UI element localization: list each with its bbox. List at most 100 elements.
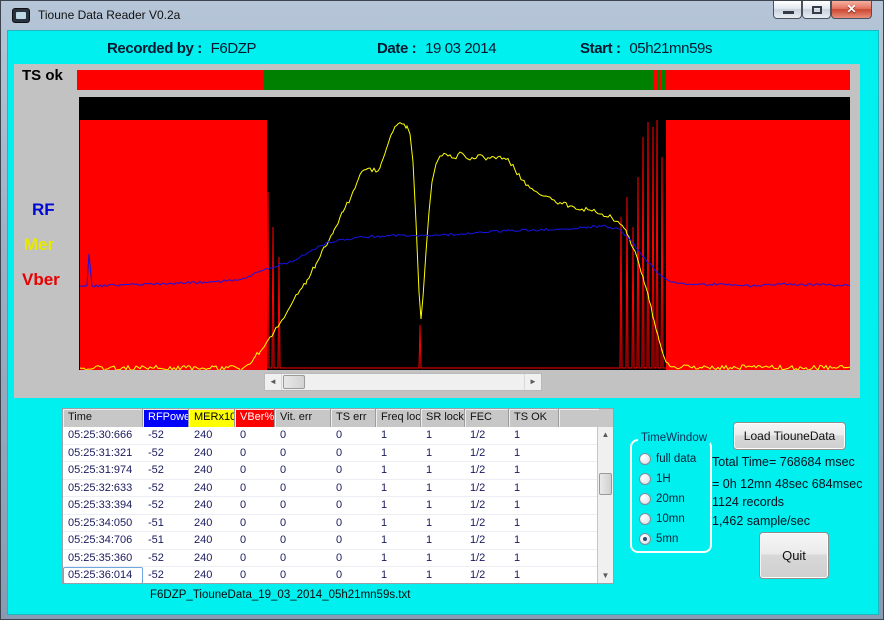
radio-full-data[interactable]: full data bbox=[639, 449, 708, 469]
table-row[interactable]: 05:25:31:321-52240000111/21 bbox=[63, 445, 597, 463]
cell: 0 bbox=[331, 550, 376, 567]
minimize-button[interactable] bbox=[773, 1, 802, 19]
cell: 1 bbox=[376, 515, 421, 532]
recorded-by: Recorded by : F6DZP bbox=[107, 40, 256, 57]
loaded-filename: F6DZP_TiouneData_19_03_2014_05h21mn59s.t… bbox=[150, 589, 410, 601]
window-controls: ✕ bbox=[773, 1, 872, 19]
cell: 240 bbox=[189, 532, 235, 549]
table-row[interactable]: 05:25:34:050-51240000111/21 bbox=[63, 515, 597, 533]
cell: 1 bbox=[421, 532, 465, 549]
cell: 0 bbox=[331, 445, 376, 462]
radio-button-icon[interactable] bbox=[639, 533, 651, 545]
cell: 240 bbox=[189, 427, 235, 444]
cell: 240 bbox=[189, 462, 235, 479]
cell: 1/2 bbox=[465, 567, 509, 583]
table-row[interactable]: 05:25:34:706-51240000111/21 bbox=[63, 532, 597, 550]
signal-traces bbox=[79, 97, 850, 370]
signal-chart bbox=[79, 97, 850, 370]
chart-hscrollbar[interactable]: ◄ ► bbox=[264, 373, 542, 391]
cell: 0 bbox=[331, 567, 376, 583]
app-icon bbox=[12, 8, 30, 23]
cell: 240 bbox=[189, 550, 235, 567]
cell: -52 bbox=[143, 427, 189, 444]
trace-rf bbox=[80, 225, 850, 287]
cell: -52 bbox=[143, 567, 189, 583]
hscroll-thumb[interactable] bbox=[283, 375, 305, 389]
cell: 05:25:32:633 bbox=[63, 480, 143, 497]
table-vscrollbar[interactable]: ▲ ▼ bbox=[597, 427, 613, 583]
scroll-right-icon[interactable]: ► bbox=[524, 374, 541, 390]
cell: 1/2 bbox=[465, 480, 509, 497]
cell: 1/2 bbox=[465, 550, 509, 567]
radio-label: 20mn bbox=[656, 493, 685, 505]
ts-segment bbox=[77, 70, 264, 90]
cell: 0 bbox=[275, 550, 331, 567]
ts-segment bbox=[264, 70, 654, 90]
radio-button-icon[interactable] bbox=[639, 453, 651, 465]
cell: 1 bbox=[376, 445, 421, 462]
cell: 1 bbox=[509, 462, 559, 479]
ts-segment bbox=[665, 70, 850, 90]
column-header-ts-err: TS err bbox=[331, 409, 376, 427]
cell: 1 bbox=[376, 550, 421, 567]
column-header-filler bbox=[559, 409, 599, 427]
minimize-icon bbox=[783, 11, 794, 14]
radio-button-icon[interactable] bbox=[639, 513, 651, 525]
cell: 1/2 bbox=[465, 532, 509, 549]
table-row[interactable]: 05:25:36:014-52240000111/21 bbox=[63, 567, 597, 583]
cell: 0 bbox=[235, 427, 275, 444]
table-row[interactable]: 05:25:35:360-52240000111/21 bbox=[63, 550, 597, 568]
cell: 1 bbox=[509, 445, 559, 462]
maximize-button[interactable] bbox=[802, 1, 831, 19]
start-time: Start : 05h21mn59s bbox=[580, 40, 712, 57]
column-header-freq-lock: Freq lock bbox=[376, 409, 421, 427]
cell: 1 bbox=[509, 427, 559, 444]
cell: 1 bbox=[509, 515, 559, 532]
cell: -51 bbox=[143, 515, 189, 532]
cell: 0 bbox=[275, 532, 331, 549]
cell: -52 bbox=[143, 445, 189, 462]
cell: 240 bbox=[189, 515, 235, 532]
cell: 05:25:33:394 bbox=[63, 497, 143, 514]
cell: 1 bbox=[421, 480, 465, 497]
table-row[interactable]: 05:25:31:974-52240000111/21 bbox=[63, 462, 597, 480]
cell: 0 bbox=[235, 532, 275, 549]
cell: 1 bbox=[509, 550, 559, 567]
scroll-left-icon[interactable]: ◄ bbox=[265, 374, 282, 390]
table-row[interactable]: 05:25:30:666-52240000111/21 bbox=[63, 427, 597, 445]
mer-axis-label: Mer bbox=[24, 235, 54, 255]
radio-20mn[interactable]: 20mn bbox=[639, 489, 708, 509]
cell: 0 bbox=[235, 445, 275, 462]
cell: -52 bbox=[143, 497, 189, 514]
cell: -51 bbox=[143, 532, 189, 549]
cell: 0 bbox=[235, 515, 275, 532]
table-row[interactable]: 05:25:33:394-52240000111/21 bbox=[63, 497, 597, 515]
cell: 05:25:30:666 bbox=[63, 427, 143, 444]
trace-mer bbox=[80, 123, 850, 370]
radio-10mn[interactable]: 10mn bbox=[639, 509, 708, 529]
column-header-merx10: MERx10 bbox=[189, 409, 235, 427]
cell: 0 bbox=[235, 567, 275, 583]
timewindow-title: TimeWindow bbox=[638, 432, 710, 444]
cell: 1/2 bbox=[465, 427, 509, 444]
table-row[interactable]: 05:25:32:633-52240000111/21 bbox=[63, 480, 597, 498]
scroll-up-icon[interactable]: ▲ bbox=[598, 427, 613, 442]
radio-button-icon[interactable] bbox=[639, 473, 651, 485]
cell: 0 bbox=[331, 480, 376, 497]
radio-5mn[interactable]: 5mn bbox=[639, 529, 708, 549]
radio-1H[interactable]: 1H bbox=[639, 469, 708, 489]
focused-cell[interactable]: 05:25:36:014 bbox=[63, 567, 143, 583]
scroll-down-icon[interactable]: ▼ bbox=[598, 568, 613, 583]
timewindow-group: TimeWindow full data1H20mn10mn5mn bbox=[630, 439, 712, 553]
close-button[interactable]: ✕ bbox=[831, 1, 872, 19]
radio-button-icon[interactable] bbox=[639, 493, 651, 505]
quit-button[interactable]: Quit bbox=[759, 532, 829, 579]
recorded-by-label: Recorded by : bbox=[107, 40, 202, 57]
cell: 1 bbox=[509, 480, 559, 497]
cell: 0 bbox=[275, 497, 331, 514]
load-tiounedata-button[interactable]: Load TiouneData bbox=[733, 422, 846, 450]
title-bar[interactable]: Tioune Data Reader V0.2a ✕ bbox=[1, 1, 883, 30]
data-table: TimeRFPowerMERx10VBer%Vit. errTS errFreq… bbox=[62, 408, 614, 584]
cell: 240 bbox=[189, 480, 235, 497]
vscroll-thumb[interactable] bbox=[599, 473, 612, 495]
